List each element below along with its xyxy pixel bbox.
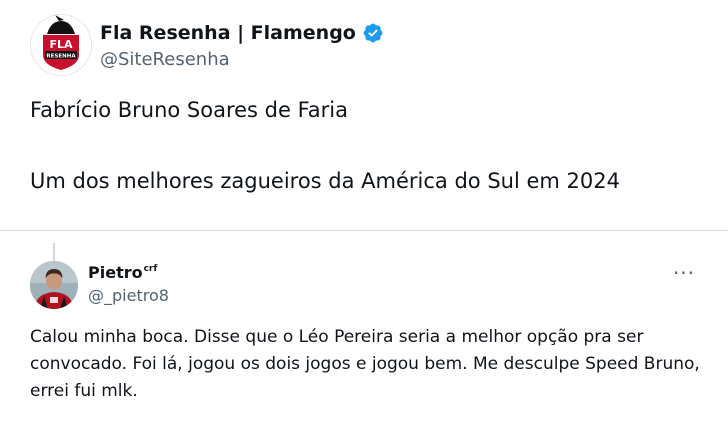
quoted-avatar[interactable] xyxy=(30,261,78,309)
author-name-row: Fla Resenha | Flamengo xyxy=(100,18,384,48)
more-label: ··· xyxy=(672,261,696,285)
quoted-tweet-text: Calou minha boca. Disse que o Léo Pereir… xyxy=(30,327,700,401)
quoted-author-name-row: Pietro crf xyxy=(88,263,157,282)
avatar[interactable]: FLA RESENHA xyxy=(30,14,92,76)
svg-text:FLA: FLA xyxy=(49,38,73,51)
quoted-tweet-card[interactable]: Pietro crf @_pietro8 ··· Calou minha boc… xyxy=(0,230,728,428)
fla-resenha-logo: FLA RESENHA xyxy=(31,15,91,75)
more-icon[interactable]: ··· xyxy=(668,261,700,285)
thread-connector xyxy=(53,243,55,261)
svg-text:RESENHA: RESENHA xyxy=(46,54,76,60)
verified-badge-icon[interactable] xyxy=(362,22,384,44)
quoted-author-suffix: crf xyxy=(143,264,158,274)
tweet-text-line-1: Fabrício Bruno Soares de Faria xyxy=(30,98,348,122)
quoted-author-name[interactable]: Pietro xyxy=(88,263,143,282)
person-photo-icon xyxy=(30,261,78,309)
tweet-text-line-2: Um dos melhores zagueiros da América do … xyxy=(30,169,620,193)
quoted-author-handle[interactable]: @_pietro8 xyxy=(88,286,169,305)
author-name[interactable]: Fla Resenha | Flamengo xyxy=(100,22,356,44)
author-handle[interactable]: @SiteResenha xyxy=(100,49,230,70)
